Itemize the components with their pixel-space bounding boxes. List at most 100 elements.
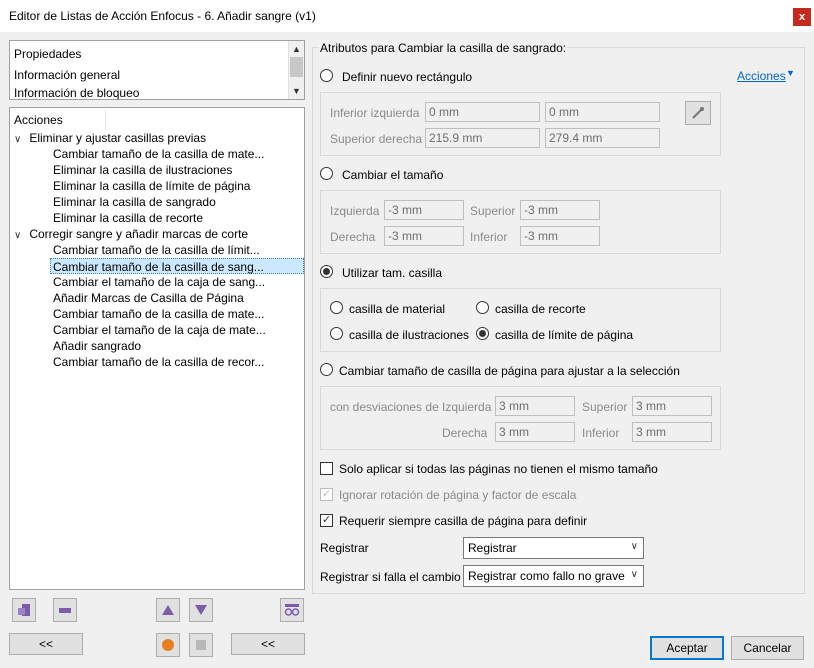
chevron-down-icon[interactable]: ∨ (14, 228, 26, 244)
right-field[interactable]: -3 mm (384, 226, 464, 246)
radio-fit-selection-label[interactable]: Cambiar tamaño de casilla de página para… (339, 364, 680, 378)
offset-right-label: Derecha (442, 426, 488, 440)
tree-item[interactable]: Añadir sangrado (53, 338, 141, 354)
radio-box-bleed-label[interactable]: casilla de límite de página (495, 328, 633, 342)
back-button-right[interactable]: << (231, 633, 305, 655)
radio-box-trim[interactable] (476, 301, 489, 314)
radio-use-box[interactable] (320, 265, 333, 278)
radio-resize[interactable] (320, 167, 333, 180)
add-action-button[interactable] (12, 598, 36, 622)
tree-group-remove-adjust[interactable]: ∨ Eliminar y ajustar casillas previas (14, 130, 206, 146)
stop-button[interactable] (189, 633, 213, 657)
top-label: Superior (470, 204, 516, 218)
add-action-icon (18, 604, 30, 616)
tree-item[interactable]: Cambiar tamaño de la casilla de recor... (53, 354, 264, 370)
radio-resize-label[interactable]: Cambiar el tamaño (342, 168, 443, 182)
tree-item-selected[interactable]: Cambiar tamaño de la casilla de sang... (50, 258, 304, 274)
bottom-field[interactable]: -3 mm (520, 226, 600, 246)
tree-item[interactable]: Eliminar la casilla de límite de página (53, 178, 250, 194)
minus-icon (59, 608, 71, 613)
properties-header: Propiedades (14, 47, 82, 61)
bottom-label: Inferior (470, 230, 508, 244)
offset-left-label: Izquierda (442, 400, 492, 414)
offset-top-label: Superior (582, 400, 628, 414)
checkbox-only-if-different-label[interactable]: Solo aplicar si todas las páginas no tie… (339, 462, 658, 476)
chevron-down-icon[interactable]: ∨ (14, 132, 26, 148)
checkbox-only-if-different[interactable] (320, 462, 333, 475)
left-field[interactable]: -3 mm (384, 200, 464, 220)
eyedropper-icon (692, 107, 704, 119)
log-select[interactable]: Registrar ∨ (463, 537, 644, 559)
back-button-left[interactable]: << (9, 633, 83, 655)
preview-button[interactable] (280, 598, 304, 622)
tree-item[interactable]: Eliminar la casilla de recorte (53, 210, 203, 226)
tree-item[interactable]: Eliminar la casilla de ilustraciones (53, 162, 232, 178)
tree-item[interactable]: Eliminar la casilla de sangrado (53, 194, 216, 210)
move-up-button[interactable] (156, 598, 180, 622)
glasses-icon (284, 604, 300, 616)
tree-item[interactable]: Cambiar el tamaño de la caja de sang... (53, 274, 265, 290)
tree-group-fix-bleed[interactable]: ∨ Corregir sangre y añadir marcas de cor… (14, 226, 248, 242)
radio-box-art-label[interactable]: casilla de ilustraciones (349, 328, 469, 342)
right-label: Derecha (330, 230, 376, 244)
eyedropper-button[interactable] (685, 101, 711, 125)
scroll-up-icon[interactable]: ▲ (289, 41, 304, 57)
offset-left-field[interactable]: 3 mm (495, 396, 575, 416)
lower-left-x-field[interactable]: 0 mm (425, 102, 540, 122)
radio-fit-selection[interactable] (320, 363, 333, 376)
tree-group-label: Eliminar y ajustar casillas previas (29, 131, 207, 145)
upper-right-y-field[interactable]: 279.4 mm (545, 128, 660, 148)
scroll-thumb[interactable] (290, 57, 303, 77)
attributes-title: Atributos para Cambiar la casilla de san… (319, 41, 568, 55)
offset-top-field[interactable]: 3 mm (632, 396, 712, 416)
top-field[interactable]: -3 mm (520, 200, 600, 220)
record-icon (162, 639, 174, 651)
checkbox-require-box[interactable]: ✓ (320, 514, 333, 527)
radio-use-box-label[interactable]: Utilizar tam. casilla (342, 266, 442, 280)
remove-action-button[interactable] (53, 598, 77, 622)
offset-bottom-label: Inferior (582, 426, 620, 440)
tree-item[interactable]: Añadir Marcas de Casilla de Página (53, 290, 244, 306)
left-label: Izquierda (330, 204, 380, 218)
arrow-down-icon (195, 605, 207, 615)
radio-box-bleed[interactable] (476, 327, 489, 340)
properties-item-lock[interactable]: Información de bloqueo (14, 86, 139, 100)
close-button[interactable]: x (793, 8, 811, 26)
lower-left-y-field[interactable]: 0 mm (545, 102, 660, 122)
move-down-button[interactable] (189, 598, 213, 622)
properties-panel: Propiedades Información general Informac… (9, 40, 305, 100)
radio-box-art[interactable] (330, 327, 343, 340)
tree-item[interactable]: Cambiar tamaño de la casilla de límit... (53, 242, 260, 258)
log-select-value: Registrar (468, 541, 517, 555)
tree-item[interactable]: Cambiar tamaño de la casilla de mate... (53, 146, 264, 162)
title-bar: Editor de Listas de Acción Enfocus - 6. … (0, 0, 814, 32)
properties-item-general[interactable]: Información general (14, 68, 120, 82)
properties-scrollbar[interactable]: ▲ ▼ (288, 41, 304, 99)
record-button[interactable] (156, 633, 180, 657)
checkbox-ignore-rotation-label[interactable]: Ignorar rotación de página y factor de e… (339, 488, 576, 502)
tree-group-label: Corregir sangre y añadir marcas de corte (29, 227, 249, 241)
offset-bottom-field[interactable]: 3 mm (632, 422, 712, 442)
offset-right-field[interactable]: 3 mm (495, 422, 575, 442)
radio-box-trim-label[interactable]: casilla de recorte (495, 302, 586, 316)
upper-right-x-field[interactable]: 215.9 mm (425, 128, 540, 148)
cancel-button[interactable]: Cancelar (731, 636, 804, 660)
checkbox-require-box-label[interactable]: Requerir siempre casilla de página para … (339, 514, 587, 528)
scroll-down-icon[interactable]: ▼ (289, 83, 304, 99)
checkbox-ignore-rotation[interactable]: ✓ (320, 488, 333, 501)
tree-item[interactable]: Cambiar tamaño de la casilla de mate... (53, 306, 264, 322)
tree-item[interactable]: Cambiar el tamaño de la caja de mate... (53, 322, 266, 338)
log-fail-select-value: Registrar como fallo no grave (468, 569, 625, 583)
ok-button[interactable]: Aceptar (650, 636, 724, 660)
chevron-down-icon: ∨ (630, 541, 638, 552)
log-fail-select[interactable]: Registrar como fallo no grave ∨ (463, 565, 644, 587)
acciones-link[interactable]: Acciones (737, 69, 786, 83)
radio-define-rect-label[interactable]: Definir nuevo rectángulo (342, 70, 472, 84)
upper-right-label: Superior derecha (330, 132, 423, 146)
offsets-label: con desviaciones de (330, 400, 439, 414)
acciones-dropdown-icon[interactable]: ▼ (786, 68, 795, 78)
radio-define-rect[interactable] (320, 69, 333, 82)
radio-box-media[interactable] (330, 301, 343, 314)
log-label: Registrar (320, 541, 369, 555)
radio-box-media-label[interactable]: casilla de material (349, 302, 445, 316)
